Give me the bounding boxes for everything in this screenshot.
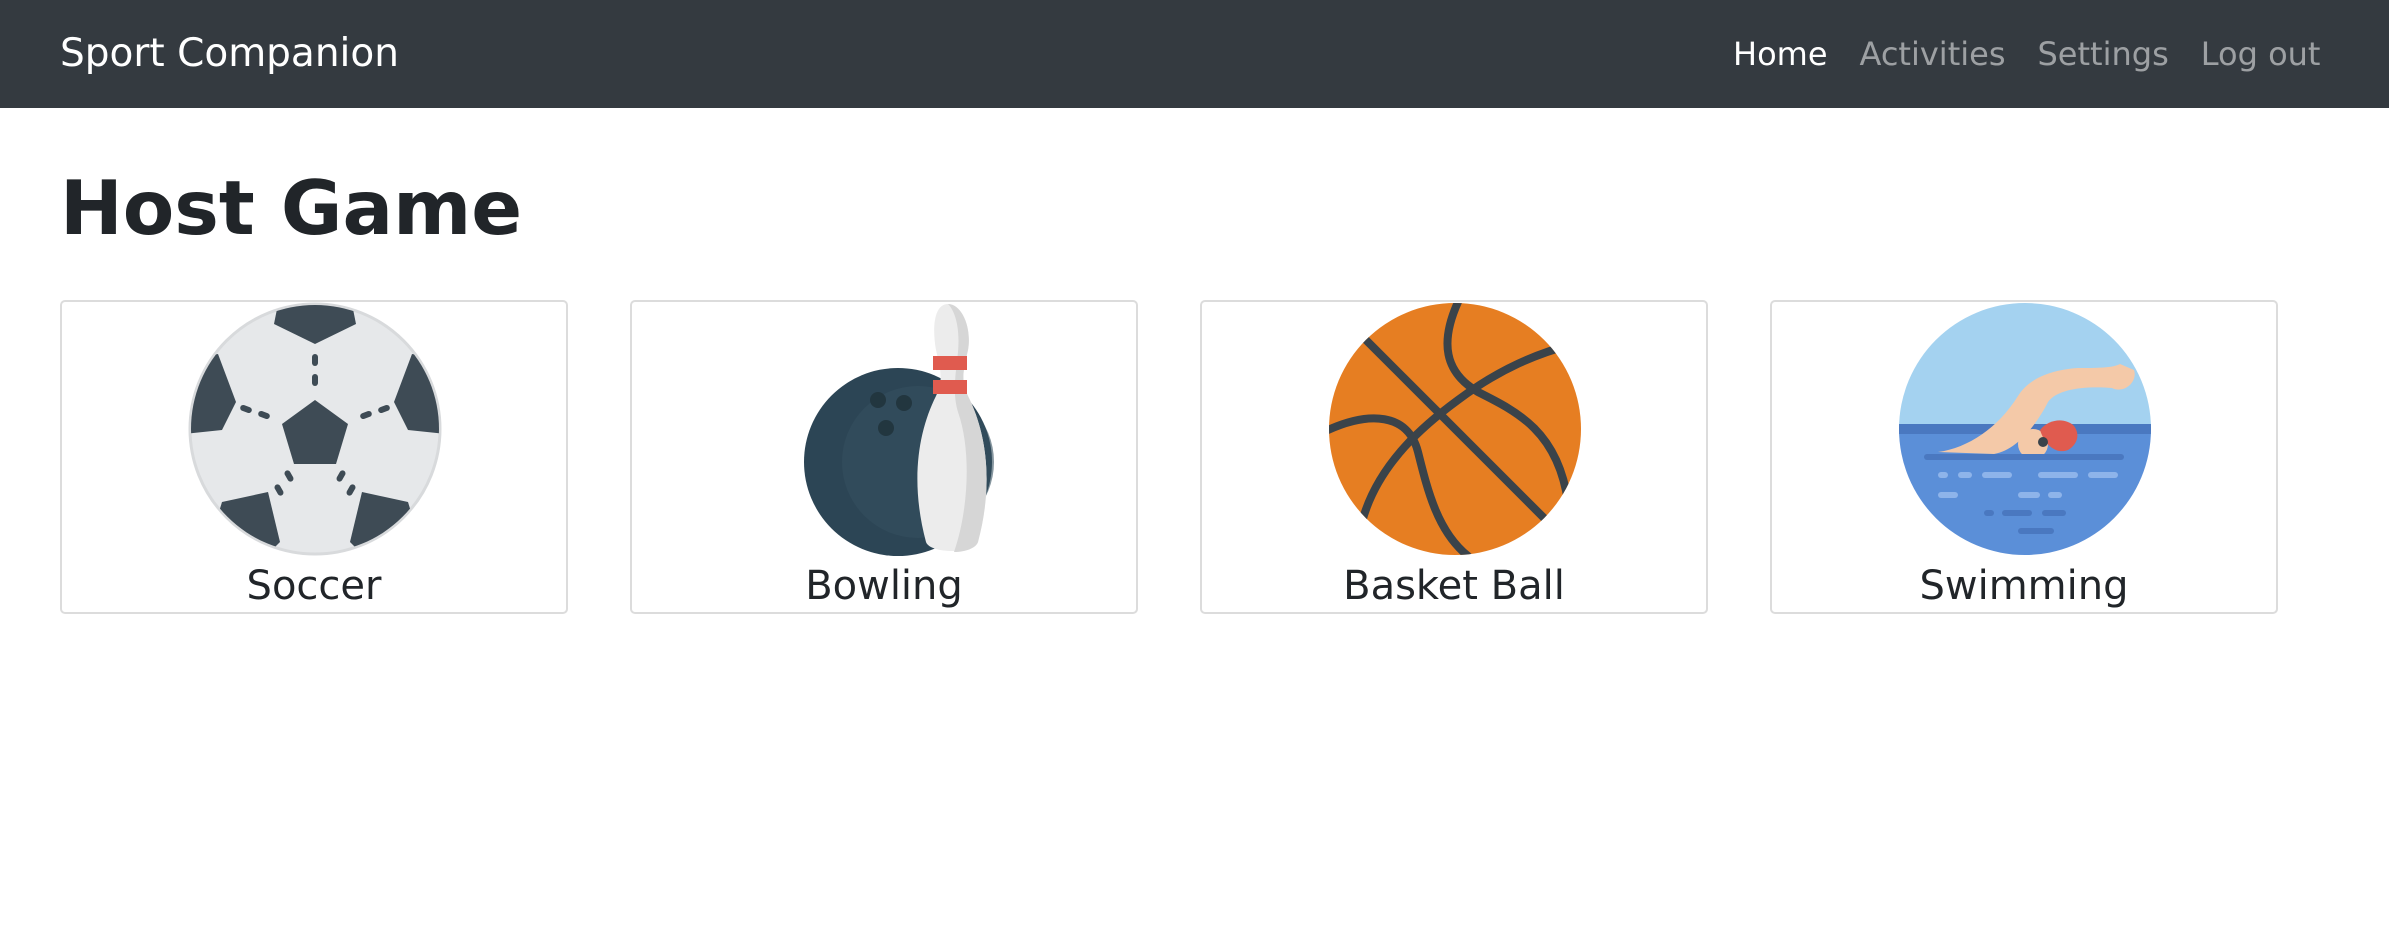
- basketball-icon: [1329, 303, 1581, 555]
- nav-home[interactable]: Home: [1733, 28, 1828, 80]
- page-title: Host Game: [60, 164, 523, 252]
- card-swimming[interactable]: Swimming: [1770, 300, 2278, 614]
- nav-logout[interactable]: Log out: [2201, 28, 2321, 80]
- card-label-swimming: Swimming: [1919, 563, 2129, 609]
- top-navbar: Sport Companion Home Activities Settings…: [0, 0, 2389, 108]
- card-bowling[interactable]: Bowling: [630, 300, 1138, 614]
- soccer-ball-icon: [188, 302, 442, 556]
- nav-links: Home Activities Settings Log out: [1733, 28, 2320, 80]
- card-soccer[interactable]: Soccer: [60, 300, 568, 614]
- nav-settings[interactable]: Settings: [2037, 28, 2168, 80]
- card-label-bowling: Bowling: [805, 563, 963, 609]
- brand-link[interactable]: Sport Companion: [60, 28, 399, 80]
- nav-activities[interactable]: Activities: [1860, 28, 2006, 80]
- card-label-basketball: Basket Ball: [1343, 563, 1565, 609]
- card-label-soccer: Soccer: [246, 563, 382, 609]
- card-basketball[interactable]: Basket Ball: [1200, 300, 1708, 614]
- bowling-icon: [804, 304, 994, 556]
- swimmer-icon: [1899, 303, 2151, 555]
